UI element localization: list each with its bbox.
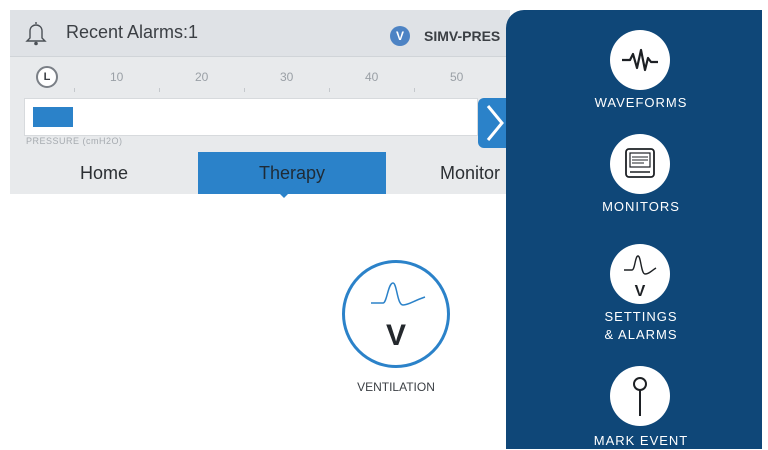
- menu-item-waveforms[interactable]: WAVEFORMS: [506, 30, 762, 120]
- mode-badge: V: [390, 26, 410, 46]
- menu-icon-circle: [610, 134, 670, 194]
- pin-icon: [633, 377, 647, 416]
- tab-home[interactable]: Home: [10, 152, 198, 194]
- alarm-bar[interactable]: Recent Alarms:1 V SIMV-PRES: [10, 10, 510, 57]
- pressure-scale: L 10 20 30 40 50: [10, 66, 510, 96]
- menu-item-settings-alarms[interactable]: V SETTINGS & ALARMS: [506, 244, 762, 344]
- menu-label: & ALARMS: [604, 327, 678, 342]
- settings-alarms-icon: V: [624, 255, 657, 300]
- bell-icon: [25, 22, 47, 46]
- pressure-bar-fill: [33, 107, 73, 127]
- side-menu: WAVEFORMS MONITORS V SETTINGS & ALARMS M…: [506, 10, 762, 449]
- scale-tick: 40: [365, 70, 379, 84]
- menu-item-monitors[interactable]: MONITORS: [506, 134, 762, 224]
- scale-start-marker: L: [36, 66, 58, 88]
- menu-label: WAVEFORMS: [594, 95, 688, 110]
- svg-text:V: V: [635, 283, 646, 300]
- pressure-label: PRESSURE (cmH2O): [26, 136, 123, 146]
- tab-monitor[interactable]: Monitor: [386, 152, 510, 194]
- scale-tick: 10: [110, 70, 124, 84]
- active-tab-pointer: [270, 184, 298, 198]
- menu-item-mark-event[interactable]: MARK EVENT: [506, 366, 762, 449]
- ventilation-mode-text: SIMV-PRES: [424, 28, 501, 44]
- pressure-bar: [24, 98, 478, 136]
- menu-icon-circle: V: [610, 244, 670, 304]
- waveform-icon: [622, 48, 658, 72]
- top-panel: Recent Alarms:1 V SIMV-PRES L 10 20 30 4…: [10, 10, 510, 194]
- scale-tick: 50: [450, 70, 464, 84]
- ventilation-wave-icon: [371, 282, 426, 306]
- ventilation-button[interactable]: V: [342, 260, 450, 368]
- ventilation-label: VENTILATION: [357, 380, 435, 394]
- recent-alarms-text: Recent Alarms:1: [66, 22, 199, 42]
- monitor-icon: [625, 148, 655, 178]
- menu-label: MONITORS: [602, 199, 680, 214]
- menu-icon-circle: [610, 30, 670, 90]
- scale-tick: 20: [195, 70, 209, 84]
- ventilation-letter: V: [385, 319, 406, 352]
- menu-label: SETTINGS: [604, 309, 678, 324]
- menu-icon-circle: [610, 366, 670, 426]
- scale-tick: 30: [280, 70, 294, 84]
- tab-bar: Home Therapy Monitor: [10, 152, 510, 194]
- menu-label: MARK EVENT: [593, 433, 689, 448]
